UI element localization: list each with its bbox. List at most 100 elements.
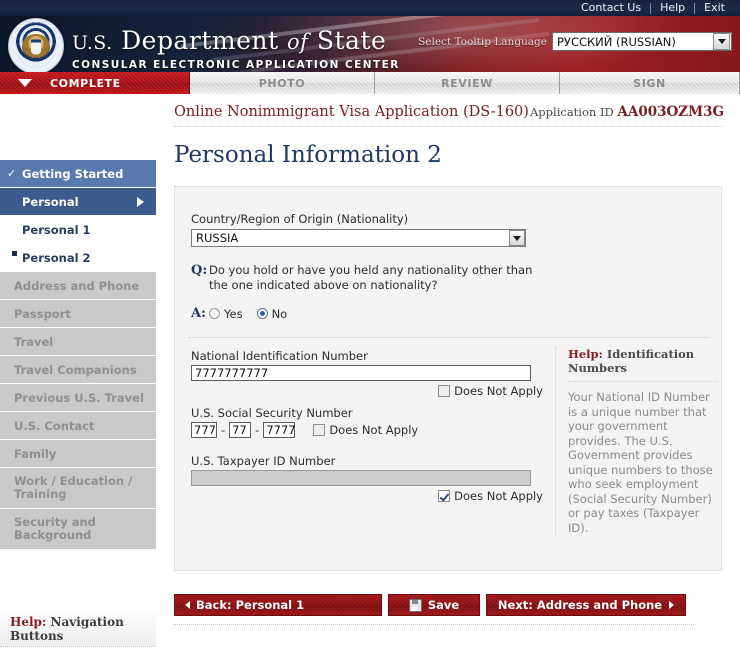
chevron-down-icon <box>18 79 32 87</box>
save-button-label: Save <box>427 598 460 612</box>
taxpayer-does-not-apply-checkbox[interactable] <box>438 490 451 502</box>
sidebar-item-family[interactable]: Family <box>0 440 156 467</box>
contact-us-link[interactable]: Contact Us <box>572 0 650 16</box>
help-prefix: Help: <box>10 614 47 629</box>
sidebar-item-work-education-training[interactable]: Work / Education / Training <box>0 468 156 508</box>
sidebar-item-label: Personal 2 <box>22 251 91 265</box>
chevron-down-icon[interactable] <box>509 230 525 246</box>
application-id: Application ID AA003OZM3G <box>530 104 724 120</box>
question-text: Do you hold or have you held any nationa… <box>209 263 533 292</box>
radio-no[interactable] <box>256 308 268 319</box>
help-panel: Help: Identification Numbers Your Nation… <box>555 347 718 535</box>
department-of-state-seal-icon <box>8 18 64 72</box>
page-title: Personal Information 2 <box>174 142 442 168</box>
taxpayer-dna-label: Does Not Apply <box>454 489 543 503</box>
top-utility-bar: Contact Us Help Exit <box>0 0 740 16</box>
brand-department: Department <box>121 26 279 55</box>
section-divider <box>189 337 709 338</box>
national-id-dna-label: Does Not Apply <box>454 384 543 398</box>
tab-photo[interactable]: PHOTO <box>190 72 375 94</box>
ssn-part1-input[interactable]: 777 <box>191 422 217 438</box>
country-field-group: Country/Region of Origin (Nationality) R… <box>191 212 526 247</box>
sidebar-item-label: Passport <box>14 306 71 321</box>
country-label: Country/Region of Origin (Nationality) <box>191 212 409 226</box>
national-id-label: National Identification Number <box>191 349 368 363</box>
tab-sign-label: SIGN <box>633 76 666 90</box>
content-header: Online Nonimmigrant Visa Application (DS… <box>174 98 724 127</box>
navigation-button-bar: Back: Personal 1 Save Next: Address and … <box>174 594 694 625</box>
next-button-label: Next: Address and Phone <box>497 598 663 612</box>
chevron-left-icon <box>185 601 190 609</box>
back-button[interactable]: Back: Personal 1 <box>174 594 382 616</box>
sidebar-item-us-contact[interactable]: U.S. Contact <box>0 412 156 439</box>
taxpayer-dna-row: Does Not Apply <box>191 489 543 503</box>
brand-of: of <box>287 30 309 54</box>
exit-link[interactable]: Exit <box>695 0 734 16</box>
masthead-banner: U.S. Department of State CONSULAR ELECTR… <box>0 16 740 72</box>
sidebar-item-address-and-phone[interactable]: Address and Phone <box>0 272 156 299</box>
national-id-does-not-apply-checkbox[interactable] <box>438 385 451 397</box>
ssn-part3-input[interactable]: 7777 <box>263 422 296 438</box>
brand-title: U.S. Department of State <box>72 28 400 56</box>
sidebar-item-personal-1[interactable]: Personal 1 <box>0 216 156 244</box>
ssn-dash: - <box>255 423 260 437</box>
application-page: Contact Us Help Exit U.S. Department of … <box>0 0 740 649</box>
national-id-input[interactable]: 7777777777 <box>191 365 531 381</box>
sidebar-item-label: Work / Education / Training <box>14 474 133 501</box>
ssn-part2-input[interactable]: 77 <box>229 422 252 438</box>
language-selector-label: Select Tooltip Language <box>418 35 547 48</box>
tab-photo-label: PHOTO <box>258 76 306 90</box>
language-selector-group: Select Tooltip Language РУССКИЙ (RUSSIAN… <box>418 32 732 51</box>
radio-no-label: No <box>271 306 288 321</box>
sidebar: ✓ Getting Started Personal Personal 1 Pe… <box>0 94 158 649</box>
main-content: Online Nonimmigrant Visa Application (DS… <box>158 94 740 649</box>
tab-sign[interactable]: SIGN <box>560 72 740 94</box>
sidebar-item-personal-2[interactable]: Personal 2 <box>0 244 156 272</box>
taxpayer-id-label: U.S. Taxpayer ID Number <box>191 454 336 468</box>
sidebar-item-label: U.S. Contact <box>14 418 95 433</box>
ssn-label: U.S. Social Security Number <box>191 406 353 420</box>
sidebar-item-label: Security and Background <box>14 515 96 542</box>
sidebar-item-travel-companions[interactable]: Travel Companions <box>0 356 156 383</box>
brand-lockup: U.S. Department of State CONSULAR ELECTR… <box>72 28 400 72</box>
tab-review-label: REVIEW <box>441 76 493 90</box>
help-navigation-buttons: Help: Navigation Buttons <box>0 611 156 647</box>
radio-yes-label: Yes <box>224 306 243 321</box>
sidebar-nav: ✓ Getting Started Personal Personal 1 Pe… <box>0 160 156 550</box>
radio-yes[interactable] <box>209 308 220 319</box>
ssn-row: 777 - 77 - 7777 Does Not Apply <box>191 422 541 438</box>
ssn-does-not-apply-checkbox[interactable] <box>313 424 326 436</box>
country-select[interactable]: RUSSIA <box>191 229 526 247</box>
language-select[interactable]: РУССКИЙ (RUSSIAN) <box>552 32 732 51</box>
brand-us: U.S. <box>72 32 113 54</box>
sidebar-item-passport[interactable]: Passport <box>0 300 156 327</box>
sidebar-item-label: Personal <box>22 194 79 209</box>
save-button[interactable]: Save <box>388 594 480 616</box>
ssn-dash: - <box>221 423 226 437</box>
sidebar-item-security-and-background[interactable]: Security and Background <box>0 509 156 549</box>
chevron-down-icon[interactable] <box>713 33 730 50</box>
help-link[interactable]: Help <box>651 0 694 16</box>
sidebar-item-label: Personal 1 <box>22 223 91 237</box>
ssn-dna-label: Does Not Apply <box>329 423 419 437</box>
sidebar-item-getting-started[interactable]: ✓ Getting Started <box>0 160 156 187</box>
tab-complete[interactable]: COMPLETE <box>0 72 190 94</box>
application-id-value: AA003OZM3G <box>617 104 724 120</box>
sidebar-item-label: Travel Companions <box>14 362 137 377</box>
stage-tabs: COMPLETE PHOTO REVIEW SIGN <box>0 72 740 95</box>
bullet-icon <box>12 251 17 256</box>
application-id-label: Application ID <box>530 105 618 119</box>
sidebar-item-travel[interactable]: Travel <box>0 328 156 355</box>
next-button[interactable]: Next: Address and Phone <box>486 594 686 616</box>
answer-row: A: Yes No <box>191 306 551 321</box>
top-utility-links: Contact Us Help Exit <box>572 0 734 16</box>
sidebar-item-label: Travel <box>14 334 54 349</box>
tab-review[interactable]: REVIEW <box>375 72 560 94</box>
help-prefix: Help: <box>568 347 603 361</box>
sidebar-item-personal[interactable]: Personal <box>0 188 156 215</box>
sidebar-item-label: Address and Phone <box>14 278 140 293</box>
help-navigation-heading: Help: Navigation Buttons <box>10 615 156 643</box>
sidebar-item-previous-us-travel[interactable]: Previous U.S. Travel <box>0 384 156 411</box>
brand-subtitle: CONSULAR ELECTRONIC APPLICATION CENTER <box>72 59 400 71</box>
taxpayer-id-input[interactable] <box>191 470 531 486</box>
